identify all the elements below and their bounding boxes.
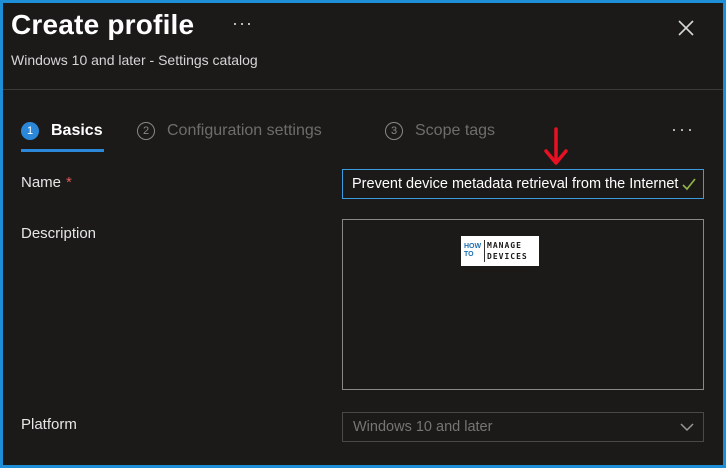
name-input-value: Prevent device metadata retrieval from t…	[352, 176, 679, 192]
name-label-text: Name	[21, 174, 62, 191]
step-number-2: 2	[137, 122, 155, 140]
chevron-down-icon	[680, 423, 694, 432]
create-profile-panel: Create profile ··· Windows 10 and later …	[0, 0, 726, 468]
close-icon[interactable]	[675, 17, 697, 39]
page-title: Create profile	[11, 9, 195, 40]
step-number-3: 3	[385, 122, 403, 140]
title-more-options[interactable]: ···	[232, 13, 253, 34]
description-label: Description	[21, 225, 97, 242]
red-down-arrow-annotation	[544, 127, 568, 165]
steps-more-options[interactable]: ···	[671, 119, 695, 140]
logo-how-to: HOW TO	[464, 243, 482, 258]
name-input[interactable]: Prevent device metadata retrieval from t…	[342, 169, 704, 199]
active-tab-indicator	[21, 149, 104, 152]
logo-line2: DEVICES	[487, 252, 528, 261]
platform-value: Windows 10 and later	[353, 419, 493, 435]
tab-scope-tags-label: Scope tags	[415, 122, 496, 139]
logo-divider	[484, 240, 485, 262]
check-icon	[682, 178, 696, 191]
required-marker: *	[66, 174, 72, 191]
page-subtitle: Windows 10 and later - Settings catalog	[11, 52, 258, 68]
description-textarea[interactable]: HOW TO MANAGE DEVICES	[342, 219, 704, 390]
platform-label: Platform	[21, 416, 77, 433]
logo-text-block: MANAGE DEVICES	[487, 240, 528, 262]
name-label: Name *	[21, 174, 72, 191]
tab-basics[interactable]: 1 Basics	[21, 119, 103, 143]
tab-basics-label: Basics	[51, 122, 103, 139]
tab-scope-tags[interactable]: 3 Scope tags	[385, 119, 495, 143]
tab-configuration-settings-label: Configuration settings	[167, 122, 322, 139]
platform-dropdown[interactable]: Windows 10 and later	[342, 412, 704, 442]
tab-configuration-settings[interactable]: 2 Configuration settings	[137, 119, 322, 143]
step-number-1: 1	[21, 122, 39, 140]
watermark-logo: HOW TO MANAGE DEVICES	[461, 236, 539, 266]
header-divider	[3, 89, 723, 90]
logo-line1: MANAGE	[487, 241, 522, 250]
